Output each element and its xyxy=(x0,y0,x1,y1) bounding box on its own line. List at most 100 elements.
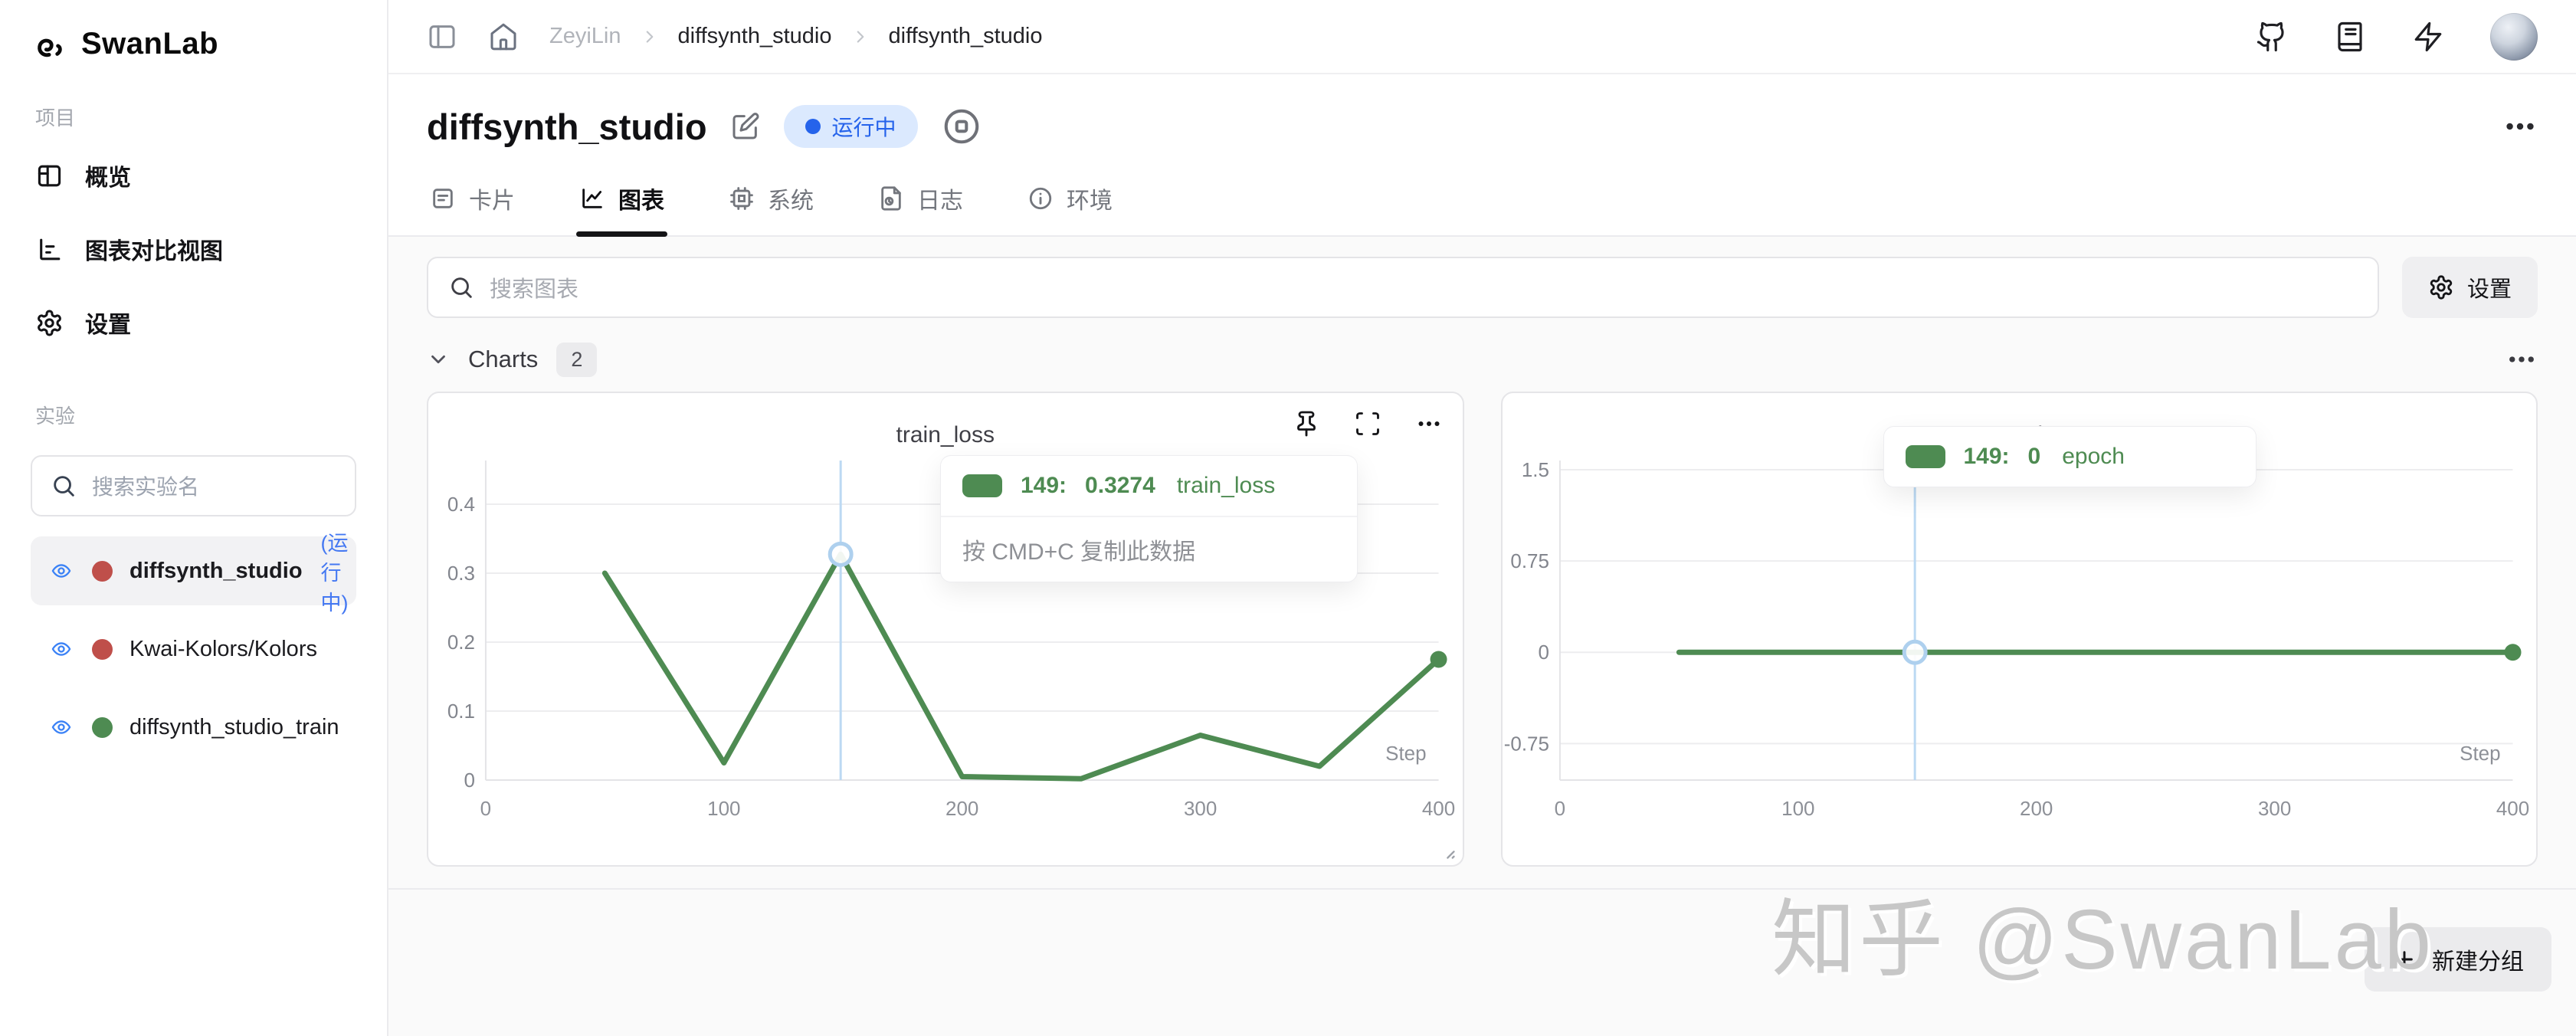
eye-visible-icon[interactable] xyxy=(48,638,75,660)
chart-tooltip: 149: 0 epoch xyxy=(1883,426,2256,487)
tab-label: 环境 xyxy=(1067,182,1113,215)
chevron-down-icon[interactable] xyxy=(427,348,450,371)
svg-text:200: 200 xyxy=(2020,797,2053,820)
edit-pencil-icon[interactable] xyxy=(730,111,761,142)
charts-count-badge: 2 xyxy=(556,343,597,377)
breadcrumb-user[interactable]: ZeyiLin xyxy=(549,24,621,49)
chart-cards: train_loss 00.10.20.30.40100200300400Ste… xyxy=(388,381,2576,867)
sidebar-toggle-icon[interactable] xyxy=(427,21,457,52)
line-chart-icon xyxy=(579,185,605,211)
resize-corner-handle[interactable] xyxy=(1435,839,1457,861)
tab-label: 卡片 xyxy=(469,182,515,215)
svg-text:0.3: 0.3 xyxy=(447,562,475,585)
sidebar-section-project: 项目 xyxy=(35,103,352,131)
svg-text:300: 300 xyxy=(1184,797,1217,820)
experiment-row[interactable]: diffsynth_studio_train xyxy=(31,693,356,762)
svg-text:100: 100 xyxy=(1781,797,1814,820)
chart-card-epoch: epoch -0.7500.751.50100200300400Step 149… xyxy=(1501,392,2538,867)
sidebar-item-overview[interactable]: 概览 xyxy=(31,139,356,212)
tooltip-value: 0 xyxy=(2028,444,2041,470)
tab-cards[interactable]: 卡片 xyxy=(427,177,518,235)
tab-logs[interactable]: 日志 xyxy=(875,177,966,235)
tab-label: 日志 xyxy=(917,182,963,215)
tab-system[interactable]: 系统 xyxy=(726,177,817,235)
chart-tooltip: 149: 0.3274 train_loss 按 CMD+C 复制此数据 xyxy=(940,455,1358,582)
card-icon xyxy=(430,185,456,211)
svg-text:0.1: 0.1 xyxy=(447,700,475,723)
section-more-button[interactable] xyxy=(2506,343,2538,375)
chart-card-train-loss: train_loss 00.10.20.30.40100200300400Ste… xyxy=(427,392,1464,867)
sidebar-item-label: 概览 xyxy=(85,159,131,192)
tab-bar: 卡片 图表 系统 xyxy=(388,177,2576,237)
pin-chart-icon[interactable] xyxy=(1293,410,1320,438)
tooltip-step: 149: xyxy=(1021,473,1067,499)
tab-label: 图表 xyxy=(618,182,664,215)
svg-text:Step: Step xyxy=(1385,742,1426,765)
sidebar: SwanLab 项目 概览 图表对比视图 xyxy=(0,0,388,1036)
eye-visible-icon[interactable] xyxy=(48,716,75,738)
tooltip-copy-hint: 按 CMD+C 复制此数据 xyxy=(941,516,1357,582)
file-log-icon xyxy=(878,185,904,211)
gear-icon xyxy=(35,309,64,337)
experiment-row[interactable]: Kwai-Kolors/Kolors xyxy=(31,615,356,684)
tab-charts[interactable]: 图表 xyxy=(576,177,667,235)
new-group-button[interactable]: 新建分组 xyxy=(2365,927,2551,992)
avatar[interactable] xyxy=(2490,13,2538,61)
sidebar-item-label: 设置 xyxy=(85,306,131,339)
docs-book-icon[interactable] xyxy=(2334,21,2366,53)
svg-text:300: 300 xyxy=(2257,797,2290,820)
experiment-search-input[interactable]: 搜索实验名 xyxy=(31,455,356,516)
info-circle-icon xyxy=(1027,185,1054,211)
tab-label: 系统 xyxy=(768,182,814,215)
chevron-right-icon xyxy=(850,27,870,47)
svg-text:0: 0 xyxy=(464,769,474,792)
sidebar-nav: 概览 图表对比视图 设置 xyxy=(31,139,356,359)
section-divider xyxy=(388,888,2576,890)
app-logo[interactable]: SwanLab xyxy=(31,26,356,61)
swan-logo-icon xyxy=(34,26,69,61)
github-icon[interactable] xyxy=(2256,21,2288,53)
chart-compare-icon xyxy=(35,235,64,264)
tooltip-step: 149: xyxy=(1964,444,2010,470)
eye-visible-icon[interactable] xyxy=(48,560,75,582)
fullscreen-icon[interactable] xyxy=(1354,410,1381,438)
tab-environment[interactable]: 环境 xyxy=(1024,177,1116,235)
tooltip-series: train_loss xyxy=(1177,473,1275,499)
chart-search-input[interactable]: 搜索图表 xyxy=(427,257,2379,318)
lightning-icon[interactable] xyxy=(2412,21,2444,53)
sidebar-item-label: 图表对比视图 xyxy=(85,232,223,266)
breadcrumb-project[interactable]: diffsynth_studio xyxy=(678,24,832,49)
tooltip-value: 0.3274 xyxy=(1085,473,1155,499)
series-swatch xyxy=(962,474,1002,497)
svg-text:Step: Step xyxy=(2460,742,2500,765)
title-row: diffsynth_studio 运行中 xyxy=(388,74,2576,148)
series-swatch xyxy=(1906,445,1945,468)
chart-more-button[interactable] xyxy=(1415,410,1443,438)
experiment-list: diffsynth_studio (运行中) Kwai-Kolors/Kolor… xyxy=(31,536,356,762)
breadcrumb-experiment[interactable]: diffsynth_studio xyxy=(889,24,1043,49)
stop-run-button[interactable] xyxy=(941,106,982,147)
overview-grid-icon xyxy=(35,162,64,190)
svg-text:-0.75: -0.75 xyxy=(1503,732,1549,755)
status-badge: 运行中 xyxy=(784,105,918,148)
sidebar-item-settings[interactable]: 设置 xyxy=(31,286,356,359)
svg-text:0.75: 0.75 xyxy=(1510,549,1549,572)
experiment-name: Kwai-Kolors/Kolors xyxy=(129,637,317,662)
app-name: SwanLab xyxy=(81,27,218,61)
experiment-row[interactable]: diffsynth_studio (运行中) xyxy=(31,536,356,605)
sidebar-item-chart-compare[interactable]: 图表对比视图 xyxy=(31,212,356,286)
chart-settings-button[interactable]: 设置 xyxy=(2402,257,2538,318)
status-badge-label: 运行中 xyxy=(832,111,896,142)
charts-section-title: Charts xyxy=(468,346,538,373)
svg-text:400: 400 xyxy=(2496,797,2528,820)
gear-icon xyxy=(2428,274,2454,300)
experiment-color-dot xyxy=(92,717,113,738)
home-icon[interactable] xyxy=(488,21,519,52)
page-more-button[interactable] xyxy=(2502,109,2538,144)
charts-content: 搜索图表 设置 Charts 2 xyxy=(388,237,2576,1036)
chevron-right-icon xyxy=(640,27,660,47)
svg-text:0: 0 xyxy=(1554,797,1565,820)
svg-text:1.5: 1.5 xyxy=(1521,458,1549,481)
charts-section-header: Charts 2 xyxy=(388,338,2576,381)
svg-text:0: 0 xyxy=(480,797,491,820)
